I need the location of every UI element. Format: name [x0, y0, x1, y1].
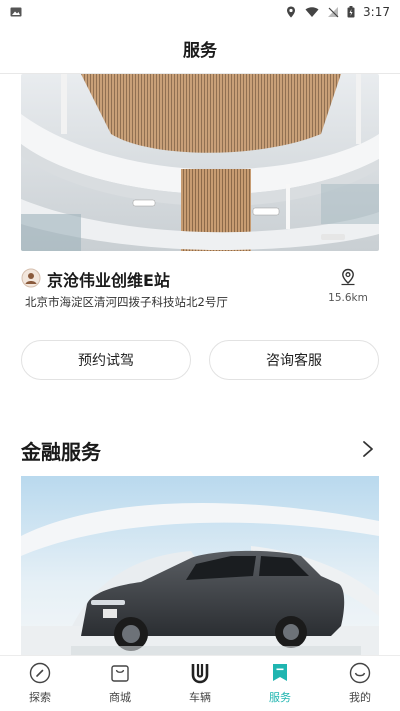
status-bar: 3:17: [0, 0, 400, 24]
vehicle-logo-icon: [191, 664, 209, 684]
store-info[interactable]: 京沧伟业创维E站 北京市海淀区清河四拨子科技站北2号厅 15.6km: [21, 268, 379, 318]
shop-bag-icon: [111, 665, 129, 682]
finance-section-header[interactable]: 金融服务: [21, 436, 379, 466]
consult-service-button[interactable]: 咨询客服: [209, 340, 379, 380]
map-pin-icon: [341, 268, 355, 286]
store-actions: 预约试驾 咨询客服: [21, 340, 379, 380]
test-drive-button[interactable]: 预约试驾: [21, 340, 191, 380]
store-badge-icon: [21, 268, 41, 288]
tab-vehicle-label: 车辆: [189, 691, 211, 704]
tab-service[interactable]: 服务: [240, 656, 320, 711]
tab-explore-label: 探索: [29, 691, 51, 704]
battery-icon: [347, 6, 355, 18]
tab-explore[interactable]: 探索: [0, 656, 80, 711]
tab-profile[interactable]: 我的: [320, 656, 400, 711]
store-name: 京沧伟业创维E站: [47, 271, 170, 290]
compass-icon: [29, 662, 51, 684]
tab-mall-label: 商城: [109, 691, 131, 704]
page-title: 服务: [183, 41, 217, 61]
profile-face-icon: [349, 662, 371, 684]
tab-profile-label: 我的: [349, 691, 371, 704]
finance-section-title: 金融服务: [21, 440, 101, 464]
tab-mall[interactable]: 商城: [80, 656, 160, 711]
store-address: 北京市海淀区清河四拨子科技站北2号厅: [25, 295, 228, 309]
store-photo[interactable]: [21, 74, 379, 251]
tab-service-label: 服务: [269, 691, 291, 704]
bottom-navigation: 探索 商城 车辆 服务 我的: [0, 655, 400, 711]
service-content[interactable]: 京沧伟业创维E站 北京市海淀区清河四拨子科技站北2号厅 15.6km 预约试驾 …: [0, 74, 400, 655]
signal-icon: [328, 7, 339, 18]
finance-banner[interactable]: [21, 476, 379, 655]
location-icon: [287, 6, 296, 18]
page-header: 服务: [0, 24, 400, 74]
wifi-icon: [305, 7, 319, 17]
tab-vehicle[interactable]: 车辆: [160, 656, 240, 711]
navigate-to-store[interactable]: 15.6km: [323, 268, 373, 304]
service-flag-icon: [273, 664, 287, 681]
image-icon: [10, 7, 22, 17]
chevron-right-icon[interactable]: [361, 440, 375, 458]
store-distance: 15.6km: [328, 292, 368, 304]
status-time: 3:17: [363, 5, 390, 19]
